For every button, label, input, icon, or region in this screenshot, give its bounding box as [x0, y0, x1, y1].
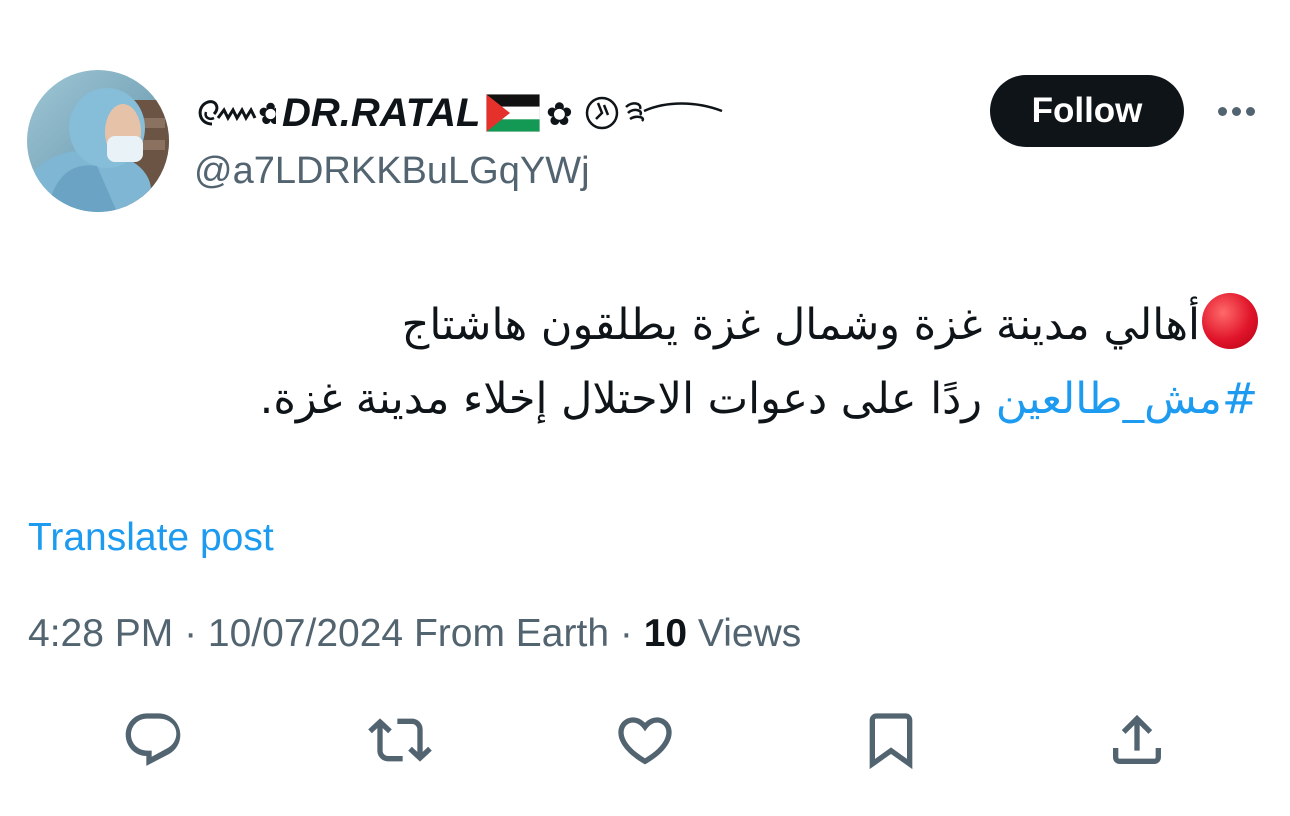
- views-label[interactable]: Views: [698, 612, 801, 655]
- display-name[interactable]: ✿ DR.RATAL ✿: [192, 90, 726, 136]
- bookmark-icon: [869, 713, 913, 770]
- user-handle[interactable]: @a7LDRKKBuLGqYWj: [194, 150, 590, 193]
- svg-text:✿: ✿: [258, 97, 276, 130]
- tweet-line-2: #مش_طالعين ردًا على دعوات الاحتلال إخلاء…: [38, 362, 1258, 436]
- like-icon: [618, 717, 672, 765]
- tweet-line-1: أهالي مدينة غزة وشمال غزة يطلقون هاشتاج: [38, 288, 1258, 362]
- translate-post-link[interactable]: Translate post: [28, 516, 274, 560]
- ornament-right-icon: ✿: [546, 93, 726, 133]
- like-button[interactable]: [605, 700, 685, 780]
- avatar-photo: [27, 70, 169, 212]
- share-icon: [1113, 714, 1161, 764]
- repost-button[interactable]: [360, 700, 440, 780]
- reply-icon: [125, 713, 181, 766]
- meta-separator: ·: [173, 612, 208, 655]
- meta-separator: ·: [609, 612, 644, 655]
- palestine-flag-icon: [486, 94, 541, 132]
- avatar[interactable]: [27, 70, 169, 212]
- action-bar: [0, 700, 1290, 780]
- follow-button[interactable]: Follow: [990, 75, 1184, 147]
- more-options-icon[interactable]: [1212, 96, 1260, 126]
- views-count[interactable]: 10: [644, 612, 687, 655]
- tweet-text-line-2: ردًا على دعوات الاحتلال إخلاء مدينة غزة.: [259, 374, 996, 424]
- repost-icon: [368, 718, 432, 762]
- share-button[interactable]: [1097, 700, 1177, 780]
- red-circle-icon: [1202, 293, 1258, 349]
- tweet-source: From Earth: [413, 612, 610, 655]
- tweet-text: أهالي مدينة غزة وشمال غزة يطلقون هاشتاج …: [38, 288, 1258, 436]
- tweet-time[interactable]: 4:28 PM: [28, 612, 173, 655]
- hashtag-link[interactable]: #مش_طالعين: [996, 374, 1258, 424]
- wing-left-icon: ✿: [192, 96, 276, 130]
- display-name-text: DR.RATAL: [282, 90, 481, 135]
- bookmark-button[interactable]: [851, 700, 931, 780]
- tweet-meta: 4:28 PM · 10/07/2024 From Earth · 10 Vie…: [28, 612, 801, 656]
- tweet-date[interactable]: 10/07/2024: [208, 612, 403, 655]
- svg-text:✿: ✿: [546, 95, 573, 133]
- reply-button[interactable]: [113, 700, 193, 780]
- tweet-text-line-1: أهالي مدينة غزة وشمال غزة يطلقون هاشتاج: [401, 300, 1200, 350]
